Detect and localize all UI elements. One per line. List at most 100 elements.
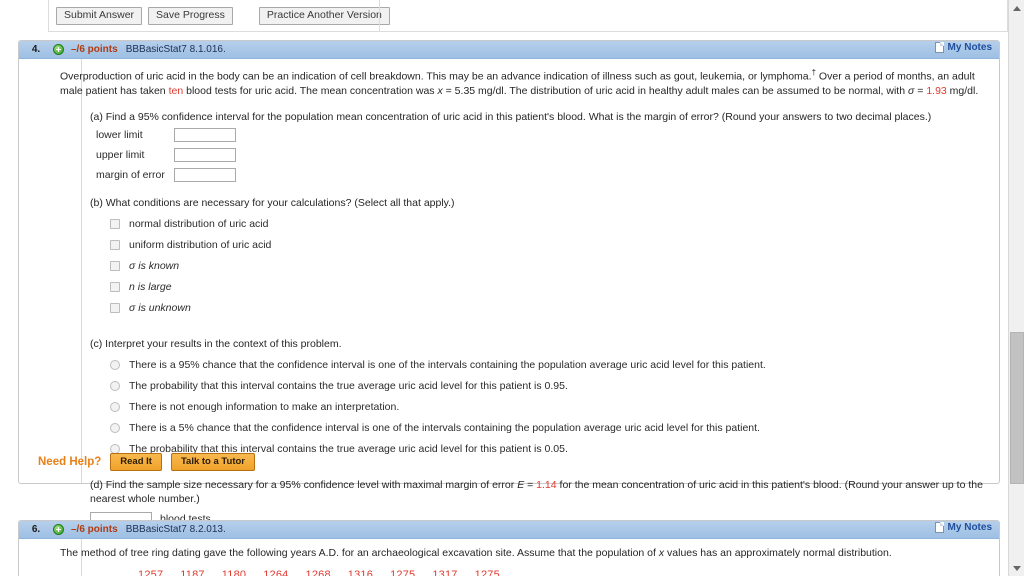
- radio-label: There is a 5% chance that the confidence…: [129, 421, 760, 434]
- checkbox-option[interactable]: σ is unknown: [110, 302, 989, 315]
- radio-icon[interactable]: [110, 422, 120, 433]
- expand-plus-icon[interactable]: [53, 524, 64, 535]
- radio-label: There is a 95% chance that the confidenc…: [129, 358, 766, 371]
- radio-option[interactable]: There is a 95% chance that the confidenc…: [110, 359, 989, 372]
- stem-line2b: = 5.35 mg/dl. The distribution of uric a…: [442, 84, 908, 97]
- part-c: (c) Interpret your results in the contex…: [60, 337, 989, 456]
- question-content-6: The method of tree ring dating gave the …: [60, 539, 989, 576]
- note-page-icon: [934, 42, 944, 53]
- radio-icon[interactable]: [110, 359, 120, 370]
- checkbox-icon[interactable]: [110, 218, 120, 229]
- question-stem: The method of tree ring dating gave the …: [60, 546, 989, 560]
- part-d-equals: =: [524, 478, 537, 491]
- scroll-down-arrow-icon[interactable]: [1009, 560, 1024, 576]
- save-progress-button[interactable]: Save Progress: [148, 6, 233, 25]
- stem-line2c: mg/dl.: [946, 84, 979, 97]
- scroll-up-arrow-icon[interactable]: [1009, 0, 1024, 16]
- checkbox-option[interactable]: uniform distribution of uric acid: [110, 239, 989, 252]
- stem-equals: =: [914, 84, 927, 97]
- upper-limit-input[interactable]: [174, 147, 236, 162]
- checkbox-icon[interactable]: [110, 239, 120, 250]
- stem-sigma-value: 1.93: [926, 84, 947, 97]
- margin-of-error-input[interactable]: [174, 167, 236, 182]
- part-a-prompt: (a) Find a 95% confidence interval for t…: [90, 110, 932, 123]
- my-notes-button[interactable]: My Notes: [934, 522, 992, 533]
- data-value: 1187: [180, 569, 205, 576]
- stem-part-a: The method of tree ring dating gave the …: [60, 547, 659, 559]
- checkbox-icon[interactable]: [110, 281, 120, 292]
- my-notes-label: My Notes: [947, 522, 992, 533]
- checkbox-icon[interactable]: [110, 302, 120, 313]
- data-value: 1264: [263, 569, 289, 576]
- submit-answer-button[interactable]: Submit Answer: [56, 6, 143, 25]
- stem-part-b: values has an approximately normal distr…: [664, 547, 892, 559]
- radio-option[interactable]: There is a 5% chance that the confidence…: [110, 422, 989, 435]
- question-header-6: 6. –/6 points BBBasicStat7 8.2.013. My N…: [19, 521, 999, 539]
- checkbox-option[interactable]: normal distribution of uric acid: [110, 218, 989, 231]
- checkbox-label: normal distribution of uric acid: [129, 217, 269, 230]
- margin-of-error-label: margin of error: [96, 168, 165, 181]
- need-help-bar: Need Help? Read It Talk to a Tutor: [38, 453, 255, 471]
- scrollbar-thumb[interactable]: [1010, 332, 1024, 484]
- page-root: Submit Answer Save Progress Practice Ano…: [0, 0, 1024, 576]
- question-body-4: Overproduction of uric acid in the body …: [19, 59, 999, 526]
- expand-plus-icon[interactable]: [53, 44, 64, 55]
- part-d-E-value: 1.14: [536, 478, 557, 491]
- points-label: –/6 points: [71, 524, 118, 535]
- question-block-6: 6. –/6 points BBBasicStat7 8.2.013. My N…: [18, 520, 1000, 576]
- checkbox-label: n is large: [129, 280, 172, 293]
- question-body-6: The method of tree ring dating gave the …: [19, 539, 999, 576]
- data-value: 1316: [347, 569, 374, 576]
- radio-label: There is not enough information to make …: [129, 400, 400, 413]
- read-it-button[interactable]: Read It: [110, 453, 162, 471]
- question-number: 6.: [31, 524, 41, 535]
- part-c-prompt: (c) Interpret your results in the contex…: [90, 337, 342, 350]
- part-a: (a) Find a 95% confidence interval for t…: [60, 110, 989, 184]
- data-value: 1275: [390, 569, 416, 576]
- radio-icon[interactable]: [110, 443, 120, 454]
- vertical-scrollbar[interactable]: [1008, 0, 1024, 576]
- answer-row-upper-limit: upper limit: [90, 146, 989, 164]
- lower-limit-label: lower limit: [96, 128, 143, 141]
- tree-ring-data-row: 1257 1187 1180 1264 1268 1316 1275 1317 1275: [60, 569, 989, 576]
- question-block-4: 4. –/6 points BBBasicStat7 8.1.016. My N…: [18, 40, 1000, 526]
- note-page-icon: [934, 522, 944, 533]
- stem-line2a: blood tests for uric acid. The mean conc…: [183, 84, 438, 97]
- talk-to-a-tutor-button[interactable]: Talk to a Tutor: [170, 453, 255, 471]
- checkbox-icon[interactable]: [110, 260, 120, 271]
- question-header-4: 4. –/6 points BBBasicStat7 8.1.016. My N…: [19, 41, 999, 59]
- answer-row-margin-of-error: margin of error: [90, 166, 989, 184]
- part-d-prompt: (d) Find the sample size necessary for a…: [90, 478, 989, 506]
- question-stem: Overproduction of uric acid in the body …: [60, 66, 989, 98]
- checkbox-option[interactable]: n is large: [110, 281, 989, 294]
- question-code: BBBasicStat7 8.1.016.: [125, 44, 226, 55]
- radio-option[interactable]: There is not enough information to make …: [110, 401, 989, 414]
- question-toolbar: Submit Answer Save Progress Practice Ano…: [48, 0, 1008, 32]
- answer-row-lower-limit: lower limit: [90, 126, 989, 144]
- radio-label: The probability that this interval conta…: [129, 379, 568, 392]
- checkbox-label: σ is unknown: [129, 301, 191, 314]
- radio-option[interactable]: The probability that this interval conta…: [110, 380, 989, 393]
- part-b: (b) What conditions are necessary for yo…: [60, 196, 989, 315]
- points-label: –/6 points: [71, 44, 118, 55]
- radio-icon[interactable]: [110, 380, 120, 391]
- upper-limit-label: upper limit: [96, 148, 145, 161]
- question-number: 4.: [31, 44, 41, 55]
- toolbar-divider: [379, 0, 380, 32]
- practice-another-version-button[interactable]: Practice Another Version: [258, 6, 390, 25]
- my-notes-label: My Notes: [947, 42, 992, 53]
- data-value: 1268: [305, 569, 331, 576]
- checkbox-option[interactable]: σ is known: [110, 260, 989, 273]
- data-value: 1180: [221, 569, 247, 576]
- my-notes-button[interactable]: My Notes: [934, 42, 992, 53]
- checkbox-label: σ is known: [129, 259, 180, 272]
- need-help-label: Need Help?: [38, 456, 102, 468]
- data-value: 1257: [138, 569, 164, 576]
- part-c-choice-list: There is a 95% chance that the confidenc…: [90, 359, 989, 456]
- data-value: 1317: [432, 569, 458, 576]
- radio-icon[interactable]: [110, 401, 120, 412]
- lower-limit-input[interactable]: [174, 127, 236, 142]
- stem-line1: Overproduction of uric acid in the body …: [60, 70, 812, 83]
- checkbox-label: uniform distribution of uric acid: [129, 238, 272, 251]
- part-b-choice-list: normal distribution of uric acid uniform…: [90, 218, 989, 315]
